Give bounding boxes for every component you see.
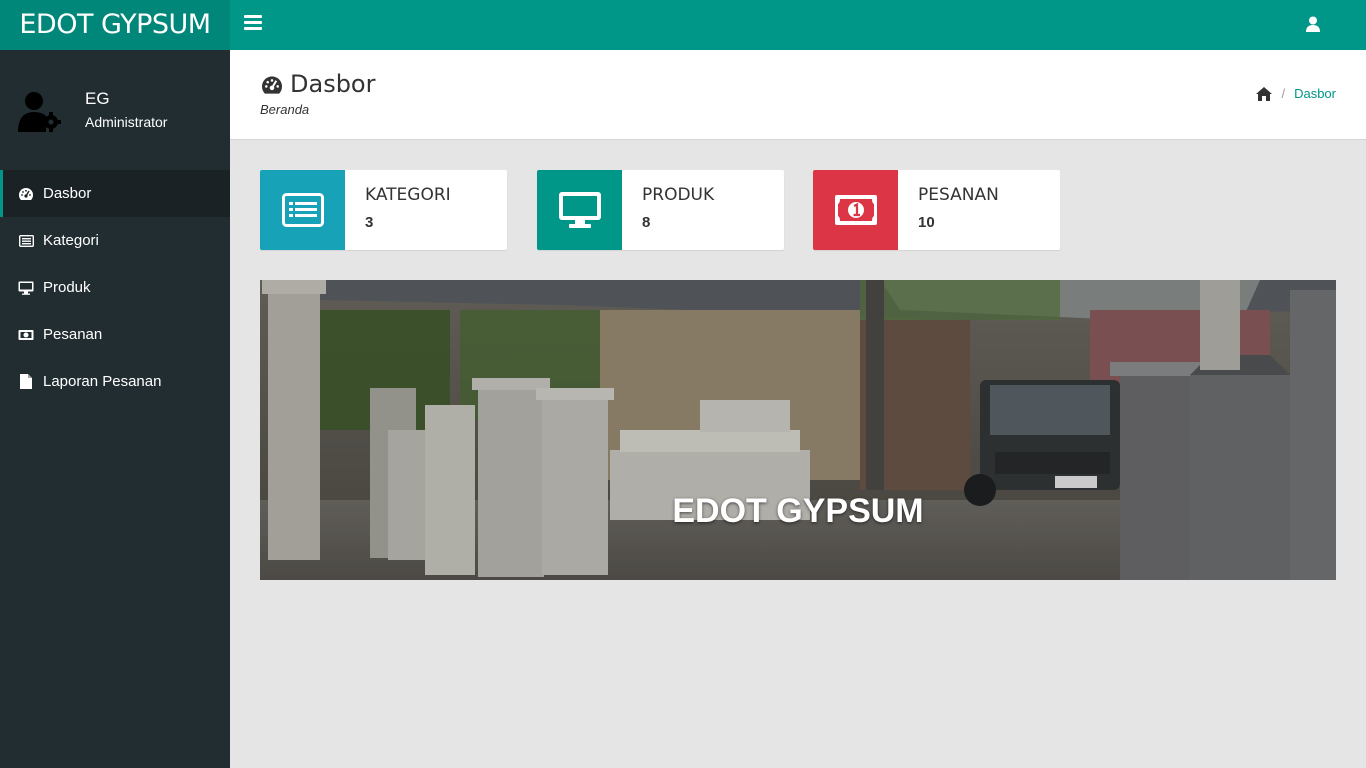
dashboard-icon [18,186,34,202]
user-gear-icon [16,90,64,134]
sidebar: EG Administrator Dasbor Kategori Produk [0,50,230,768]
sidebar-item-label: Pesanan [43,326,103,343]
sidebar-item-laporan-pesanan[interactable]: Laporan Pesanan [0,358,230,405]
user-role: Administrator [85,114,168,130]
info-box-label: PESANAN [918,185,999,205]
banner-image: EDOT GYPSUM [260,280,1336,580]
desktop-icon [537,170,622,250]
storefront-photo [260,280,1336,580]
money-icon [813,170,898,250]
top-navbar: EDOT GYPSUM [0,0,1366,50]
info-box-count: 8 [642,214,651,231]
breadcrumb-current[interactable]: Dasbor [1294,86,1336,101]
user-name: EG [85,89,110,108]
sidebar-item-dasbor[interactable]: Dasbor [0,170,230,217]
user-icon[interactable] [1306,16,1322,34]
brand-logo[interactable]: EDOT GYPSUM [0,0,230,50]
sidebar-item-pesanan[interactable]: Pesanan [0,311,230,358]
sidebar-item-produk[interactable]: Produk [0,264,230,311]
list-alt-icon [18,233,34,249]
info-box-label: KATEGORI [365,185,451,205]
banner-title: EDOT GYPSUM [672,492,924,530]
sidebar-item-label: Kategori [43,232,99,249]
page-title-text: Dasbor [290,70,376,98]
sidebar-item-label: Dasbor [43,185,92,202]
page-subtitle: Beranda [260,102,310,117]
info-box-count: 10 [918,214,935,231]
info-box-produk[interactable]: PRODUK 8 [537,170,784,250]
info-box-pesanan[interactable]: PESANAN 10 [813,170,1060,250]
dashboard-icon [260,73,284,95]
page-title: Dasbor [260,70,375,98]
sidebar-item-label: Laporan Pesanan [43,373,162,390]
info-box-count: 3 [365,214,374,231]
user-panel: EG Administrator [0,50,230,170]
home-icon[interactable] [1256,86,1273,101]
info-box-label: PRODUK [642,185,715,205]
content-header: Dasbor Beranda / Dasbor [230,50,1366,140]
breadcrumb: / Dasbor [1256,86,1336,101]
breadcrumb-separator: / [1281,86,1286,101]
bars-icon[interactable] [244,15,264,33]
info-box-kategori[interactable]: KATEGORI 3 [260,170,507,250]
file-icon [18,374,34,390]
sidebar-item-label: Produk [43,279,91,296]
desktop-icon [18,280,34,296]
sidebar-menu: Dasbor Kategori Produk Pesanan Laporan P… [0,170,230,405]
sidebar-item-kategori[interactable]: Kategori [0,217,230,264]
list-alt-icon [260,170,345,250]
money-icon [18,327,34,343]
